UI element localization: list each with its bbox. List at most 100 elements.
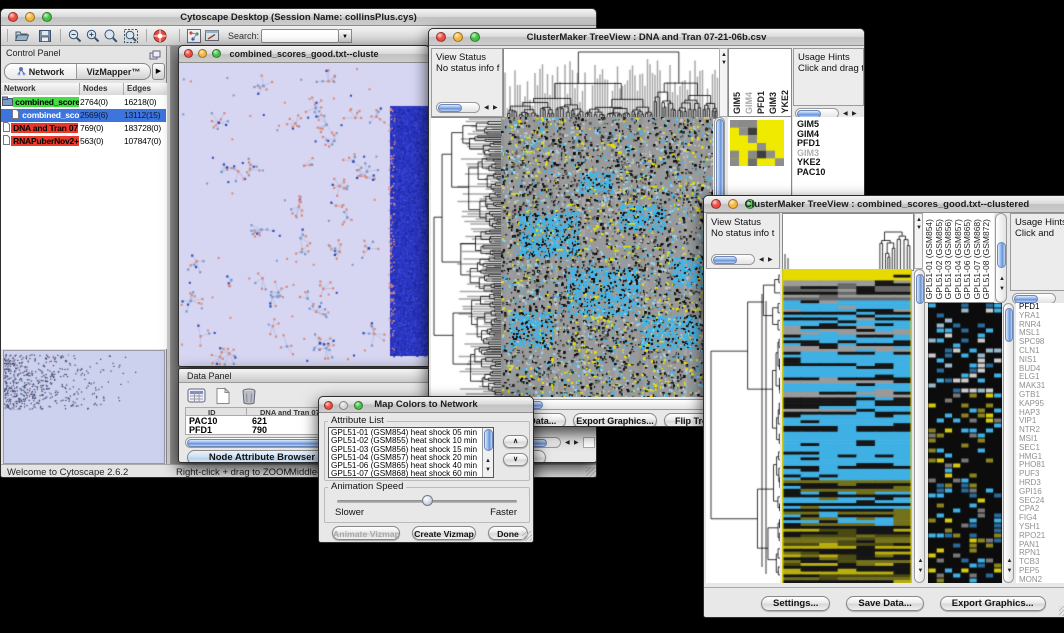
selected-genes-heatmap[interactable] [928, 303, 1002, 583]
gene-label[interactable]: MON2 [1016, 576, 1064, 583]
scroll-left-arrow[interactable]: ◀ [565, 440, 570, 446]
row-dendrogram[interactable] [706, 269, 780, 583]
data-panel-title: Data Panel [187, 371, 232, 381]
view-status-hscroll[interactable] [711, 254, 755, 265]
view-status-title: View Status [436, 52, 486, 63]
move-up-button[interactable]: ∧ [503, 435, 528, 448]
treeview-button[interactable]: Settings... [761, 596, 830, 611]
status-right: Middle- [289, 467, 320, 478]
column-label: GPL51-06 (GSM865) [963, 219, 972, 299]
scroll-corner [583, 437, 595, 448]
scroll-right-arrow[interactable]: ▶ [768, 257, 773, 263]
scroll-right-arrow[interactable]: ▶ [574, 440, 579, 446]
panel-tabs: Network VizMapper™ [4, 63, 151, 80]
network-row[interactable]: combined_scores 2764(0) 16218(0) [1, 96, 166, 109]
control-panel-header: Control Panel [6, 48, 61, 58]
dialog-button[interactable]: Create Vizmap [412, 526, 476, 540]
dendro-scroll-strip[interactable]: ▲▼ [719, 48, 728, 117]
search-input[interactable] [261, 29, 339, 43]
speed-slider-thumb[interactable] [422, 495, 433, 506]
network-row[interactable]: DNA and Tran 07 769(0) 183728(0) [1, 122, 166, 135]
row-dendrogram[interactable] [431, 117, 501, 398]
view-status-panel: View StatusNo status info t ◀ ▶ [706, 213, 780, 269]
network-row[interactable]: RNAPuberNov2+ 563(0) 107847(0) [1, 135, 166, 148]
treeview-button[interactable]: Export Graphics... [940, 596, 1046, 611]
column-labels: GIM5GIM4PFD1GIM3YKE2PAC10 [728, 48, 792, 117]
view-status-text: No status info f [436, 63, 499, 74]
animation-speed-label: Animation Speed [328, 481, 406, 492]
scroll-left-arrow[interactable]: ◀ [759, 257, 764, 263]
dendro-scroll-strip[interactable]: ▲▼ [914, 213, 923, 269]
dialog-titlebar[interactable]: Map Colors to Network [319, 397, 533, 413]
treeview2-title: ClusterMaker TreeView : combined_scores_… [704, 196, 1064, 213]
scroll-left-arrow[interactable]: ◀ [484, 105, 489, 111]
network-overview-thumbnail[interactable] [3, 350, 165, 464]
view-status-title: View Status [711, 217, 761, 228]
network-view-frame: combined_scores_good.txt--cluste [178, 45, 430, 367]
treeview2-buttons: Settings... Save Data... Export Graphics..… [761, 596, 1046, 611]
correlation-matrix[interactable] [730, 120, 784, 166]
column-dendrogram[interactable] [503, 48, 721, 119]
tab-vizmapper-label: VizMapper™ [87, 67, 141, 77]
view-status-hscroll[interactable] [436, 102, 480, 113]
labels-vscroll[interactable]: ▲▼ [995, 213, 1007, 303]
scroll-right-arrow[interactable]: ▶ [493, 105, 498, 111]
treeview1-titlebar[interactable]: ClusterMaker TreeView : DNA and Tran 07-… [429, 29, 864, 46]
network-tab-icon [17, 66, 26, 78]
treeview-button[interactable]: Save Data... [846, 596, 923, 611]
network-frame-titlebar[interactable]: combined_scores_good.txt--cluste [179, 46, 429, 63]
resize-grip[interactable] [586, 467, 596, 477]
search-label: Search: [228, 31, 259, 41]
network-canvas[interactable] [179, 63, 429, 367]
treeview1-title: ClusterMaker TreeView : DNA and Tran 07-… [429, 29, 864, 46]
column-label: GPL51-07 (GSM868) [973, 219, 982, 299]
control-panel: Control Panel Network VizMapper™ ▶ Netwo… [1, 46, 167, 464]
col-network[interactable]: Network [1, 83, 80, 95]
column-label: GPL51-04 (GSM857) [954, 219, 963, 299]
map-colors-dialog: Map Colors to Network Attribute List GPL… [318, 396, 534, 543]
treeview2-bottombar: Settings... Save Data... Export Graphics..… [704, 587, 1064, 618]
attribute-item[interactable]: GPL51-07 (GSM868) heat shock 60 min [329, 470, 493, 478]
resize-grip[interactable] [1059, 606, 1064, 616]
network-list-header: Network Nodes Edges [1, 83, 167, 95]
dialog-button[interactable]: Animate Vizmap [332, 526, 400, 540]
heatmap-vscroll[interactable]: ▲▼ [914, 269, 925, 583]
attribute-list-vscroll[interactable]: ▲▼ [482, 428, 493, 477]
more-tabs-button[interactable]: ▶ [152, 63, 165, 80]
heatmap[interactable] [501, 117, 713, 397]
column-label: GPL51-01 (GSM854) [925, 219, 934, 299]
move-down-button[interactable]: ∨ [503, 453, 528, 466]
column-label: GIM5 [732, 92, 742, 114]
resize-grip[interactable] [522, 531, 532, 541]
col-edges[interactable]: Edges [124, 83, 167, 95]
search-dropdown-button[interactable]: ▼ [339, 29, 352, 43]
column-dendrogram[interactable] [782, 213, 914, 271]
dialog-title: Map Colors to Network [319, 397, 533, 413]
column-label: YKE2 [780, 90, 790, 114]
network-frame-title: combined_scores_good.txt--cluste [179, 46, 429, 63]
treeview2-window: ClusterMaker TreeView : combined_scores_… [703, 195, 1064, 618]
heatmap[interactable] [782, 269, 912, 583]
treeview-button[interactable]: Export Graphics... [573, 413, 657, 427]
treeview2-titlebar[interactable]: ClusterMaker TreeView : combined_scores_… [704, 196, 1064, 213]
column-label: GIM3 [768, 92, 778, 114]
gene-list: PFD1YRA1RNR4MSL1SPC98CLN1NIS1BUD4ELG1MAK… [1016, 303, 1064, 583]
col-nodes[interactable]: Nodes [80, 83, 124, 95]
network-row-selected[interactable]: combined_sco 2569(6) 13112(15) [1, 109, 166, 122]
column-label: GPL51-03 (GSM856) [944, 219, 953, 299]
matrix-label: PAC10 [797, 168, 864, 178]
view-status-text: No status info t [711, 228, 774, 239]
main-titlebar[interactable]: Cytoscape Desktop (Session Name: collins… [1, 9, 596, 26]
usage-hints-title: Usage Hints [1015, 217, 1064, 228]
slower-label: Slower [335, 507, 364, 518]
node-attribute-browser-tab[interactable]: Node Attribute Browser [187, 450, 337, 463]
selected-vscroll[interactable]: ▲▼ [1003, 303, 1014, 583]
faster-label: Faster [490, 507, 517, 518]
tab-vizmapper[interactable]: VizMapper™ [77, 64, 150, 79]
attribute-list-label: Attribute List [328, 415, 387, 426]
column-labels: GPL51-01 (GSM854)GPL51-02 (GSM855)GPL51-… [923, 213, 994, 303]
tab-network[interactable]: Network [5, 64, 77, 79]
status-middle: Right-click + drag to ZOOM [176, 467, 291, 478]
dialog-buttons: Animate VizmapCreate VizmapDone [332, 526, 528, 540]
view-status-panel: View StatusNo status info f ◀ ▶ [431, 48, 503, 117]
